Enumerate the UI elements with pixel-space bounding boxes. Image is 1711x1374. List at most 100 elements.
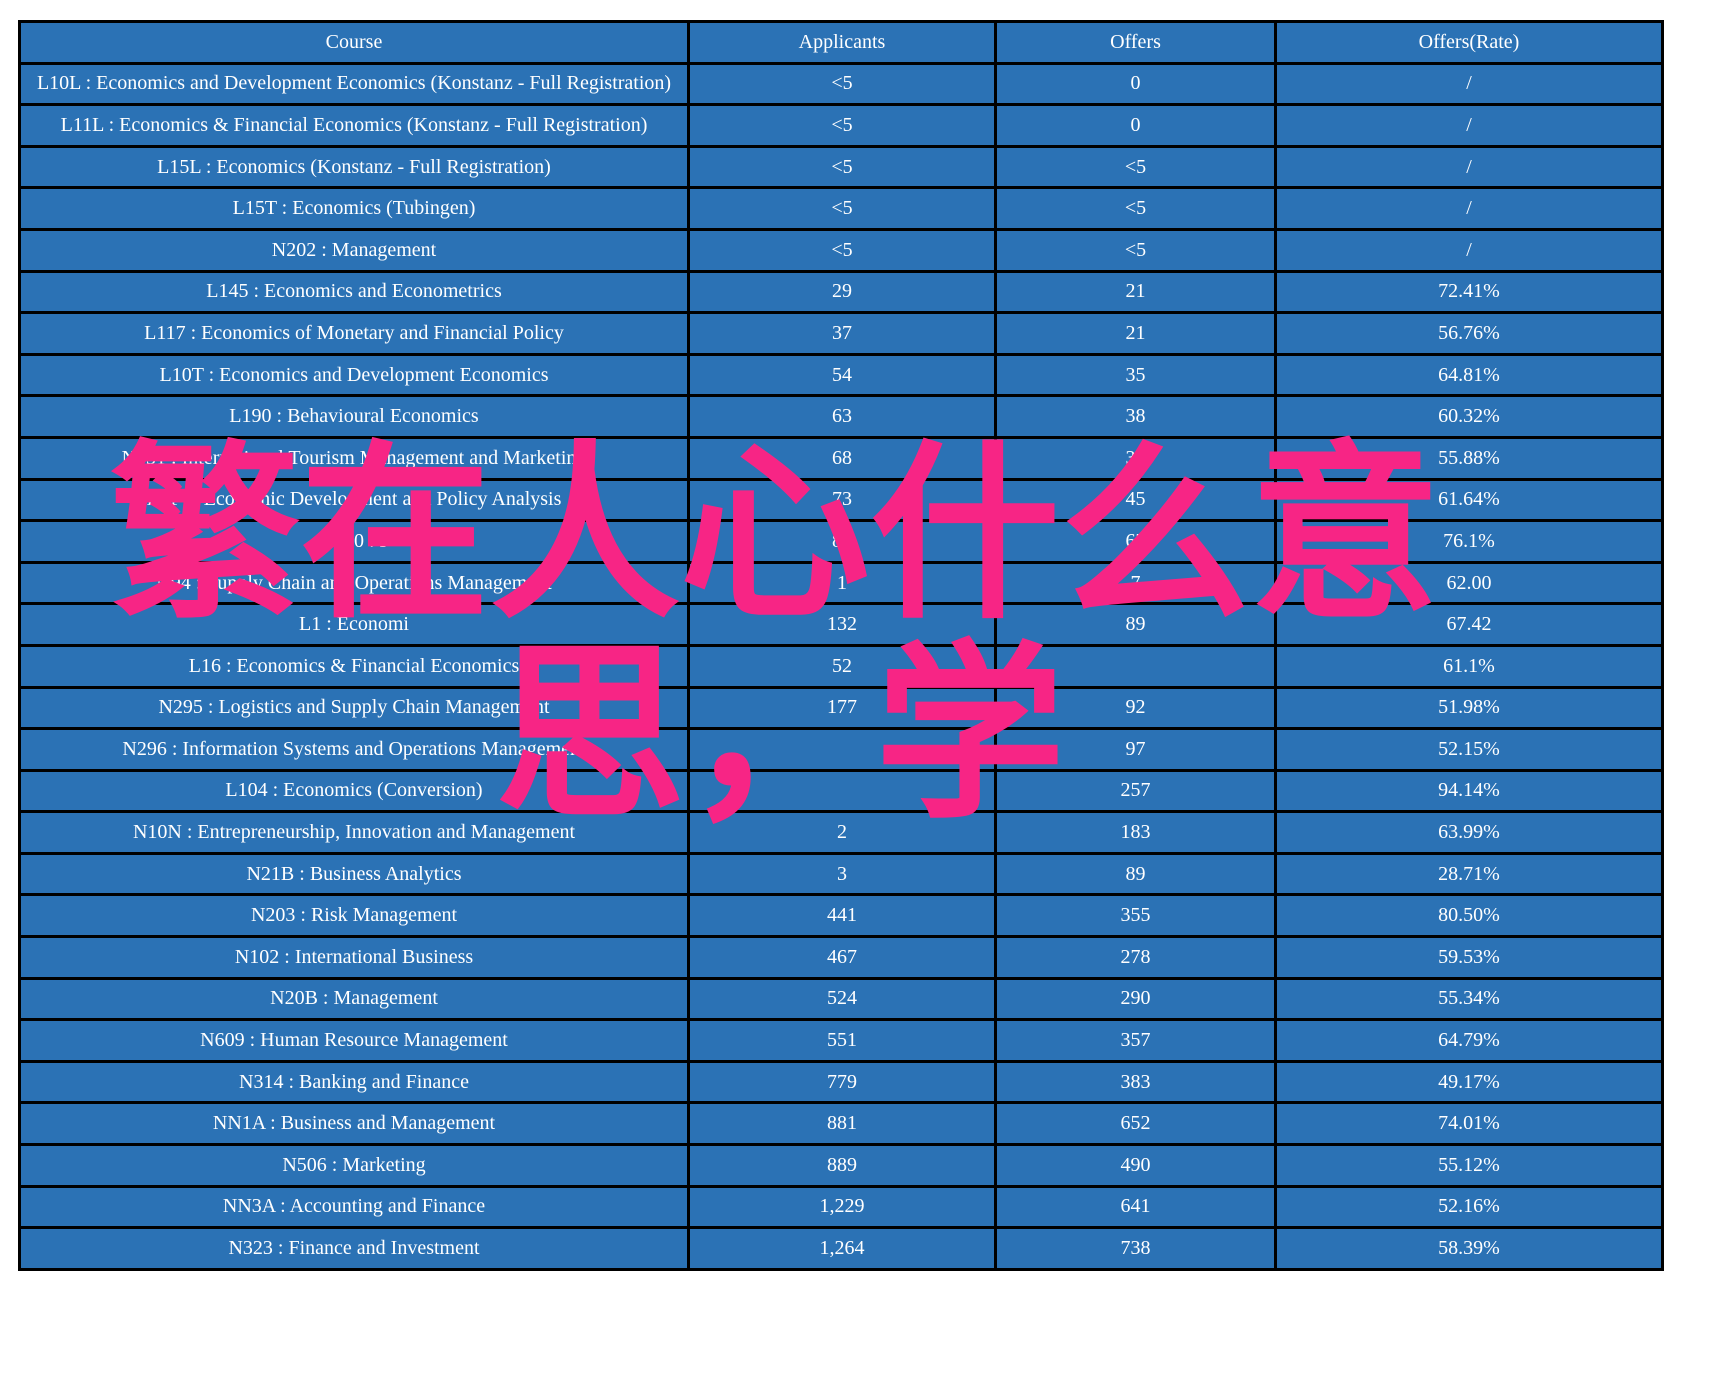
cell-offers: 183 (994, 810, 1277, 855)
cell-offers: 641 (994, 1184, 1277, 1230)
table-row[interactable]: L11L : Economics & Financial Economics (… (18, 103, 1664, 148)
cell-offers-rate: 64.81% (1274, 352, 1664, 398)
cell-course: N94 : Supply Chain and Operations Manage… (18, 560, 690, 606)
cell-applicants: 177 (687, 685, 997, 731)
cell-course: L117 : Economics of Monetary and Financi… (18, 311, 690, 356)
cell-offers-rate: 55.12% (1274, 1143, 1664, 1188)
cell-applicants: 524 (687, 976, 997, 1022)
table-row[interactable]: L114 : Economic Development and Policy A… (18, 477, 1664, 523)
table-row[interactable]: N314 : Banking and Finance 779 383 49.17% (18, 1059, 1664, 1105)
cell-applicants: 779 (687, 1059, 997, 1105)
cell-offers: 38 (994, 435, 1277, 481)
table-row[interactable]: L145 : Economics and Econometrics 29 21 72.… (18, 269, 1664, 315)
cell-offers-rate: 61.64% (1274, 477, 1664, 523)
cell-offers: 0 (994, 103, 1277, 148)
table-row[interactable]: N21B : Business Analytics 3 89 28.71% (18, 851, 1664, 897)
cell-applicants: 1,229 (687, 1184, 997, 1230)
cell-offers-rate: 51.98% (1274, 685, 1664, 731)
cell-course: N831 : International Tourism Management … (18, 435, 690, 481)
table-row[interactable]: N506 : Marketing 889 490 55.12% (18, 1143, 1664, 1188)
table-header: Course Applicants Offers Offers(Rate) (18, 20, 1664, 65)
cell-offers-rate: 28.71% (1274, 851, 1664, 897)
cell-applicants: 52 (687, 643, 997, 689)
cell-course: N323 : Finance and Investment (18, 1226, 690, 1271)
column-header-applicants[interactable]: Applicants (687, 20, 997, 65)
cell-offers: 21 (994, 311, 1277, 356)
cell-applicants (687, 768, 997, 814)
cell-applicants: 889 (687, 1143, 997, 1188)
cell-offers-rate: 72.41% (1274, 269, 1664, 315)
cell-course: N314 : Banking and Finance (18, 1059, 690, 1105)
table-row[interactable]: L10L : Economics and Development Economi… (18, 61, 1664, 107)
cell-offers-rate: / (1274, 61, 1664, 107)
table-row[interactable]: L160 : I 88 67 76.1% (18, 519, 1664, 564)
cell-offers-rate: / (1274, 103, 1664, 148)
column-header-course[interactable]: Course (18, 20, 690, 65)
table-row[interactable]: L10T : Economics and Development Economi… (18, 352, 1664, 398)
cell-offers: 67 (994, 519, 1277, 564)
table-row[interactable]: N202 : Management <5 <5/ (18, 227, 1664, 273)
table-body: L10L : Economics and Development Economi… (18, 61, 1664, 1271)
cell-applicants: <5 (687, 61, 997, 107)
cell-course: L190 : Behavioural Economics (18, 394, 690, 439)
cell-applicants: 54 (687, 352, 997, 398)
cell-course: N202 : Management (18, 227, 690, 273)
table-row[interactable]: NN3A : Accounting and Finance 1,229 641 52.… (18, 1184, 1664, 1230)
table-row[interactable]: N102 : International Business 467 278 59.53… (18, 935, 1664, 980)
table-row[interactable]: L1 : Economi 132 89 67.42 (18, 602, 1664, 647)
table-row[interactable]: N296 : Information Systems and Operation… (18, 727, 1664, 772)
cell-applicants: 881 (687, 1101, 997, 1147)
table-row[interactable]: L15T : Economics (Tubingen) <5 <5/ (18, 186, 1664, 231)
cell-offers: 652 (994, 1101, 1277, 1147)
column-header-offers[interactable]: Offers (994, 20, 1277, 65)
cell-offers-rate: 56.76% (1274, 311, 1664, 356)
table-row[interactable]: NN1A : Business and Management 881 652 74.0… (18, 1101, 1664, 1147)
cell-course: N102 : International Business (18, 935, 690, 980)
cell-offers-rate: / (1274, 227, 1664, 273)
cell-applicants: <5 (687, 227, 997, 273)
cell-offers: 290 (994, 976, 1277, 1022)
cell-offers: 89 (994, 602, 1277, 647)
table-row[interactable]: N94 : Supply Chain and Operations Manage… (18, 560, 1664, 606)
table-row[interactable]: L117 : Economics of Monetary and Financi… (18, 311, 1664, 356)
cell-offers: 355 (994, 893, 1277, 939)
cell-applicants: <5 (687, 103, 997, 148)
cell-offers-rate: / (1274, 186, 1664, 231)
cell-offers: 92 (994, 685, 1277, 731)
table-row[interactable]: L190 : Behavioural Economics 63 38 60.32% (18, 394, 1664, 439)
cell-applicants: <5 (687, 144, 997, 190)
cell-course: L10L : Economics and Development Economi… (18, 61, 690, 107)
table-row[interactable]: L15L : Economics (Konstanz - Full Regist… (18, 144, 1664, 190)
cell-applicants: 3 (687, 851, 997, 897)
cell-offers-rate: / (1274, 144, 1664, 190)
cell-applicants: <5 (687, 186, 997, 231)
table-row[interactable]: L104 : Economics (Conversion) 257 94.14% (18, 768, 1664, 814)
table-row[interactable]: N295 : Logistics and Supply Chain Manage… (18, 685, 1664, 731)
table-row[interactable]: N20B : Management 524 290 55.34% (18, 976, 1664, 1022)
cell-offers-rate: 64.79% (1274, 1018, 1664, 1063)
cell-applicants: 37 (687, 311, 997, 356)
cell-offers-rate: 52.16% (1274, 1184, 1664, 1230)
table-row[interactable]: L16 : Economics & Financial Economics 52 6… (18, 643, 1664, 689)
cell-applicants: 441 (687, 893, 997, 939)
cell-course: N296 : Information Systems and Operation… (18, 727, 690, 772)
cell-course: L16 : Economics & Financial Economics (18, 643, 690, 689)
column-header-offers-rate[interactable]: Offers(Rate) (1274, 20, 1664, 65)
cell-offers-rate: 49.17% (1274, 1059, 1664, 1105)
cell-course: N20B : Management (18, 976, 690, 1022)
cell-offers-rate: 60.32% (1274, 394, 1664, 439)
cell-offers (994, 643, 1277, 689)
cell-offers-rate: 80.50% (1274, 893, 1664, 939)
cell-applicants: 1 (687, 560, 997, 606)
table-row[interactable]: N323 : Finance and Investment 1,264 738 58.… (18, 1226, 1664, 1271)
cell-applicants: 2 (687, 810, 997, 855)
table-row[interactable]: N203 : Risk Management 441 355 80.50% (18, 893, 1664, 939)
table-row[interactable]: N10N : Entrepreneurship, Innovation and … (18, 810, 1664, 855)
cell-applicants: 88 (687, 519, 997, 564)
cell-applicants: 73 (687, 477, 997, 523)
cell-course: N10N : Entrepreneurship, Innovation and … (18, 810, 690, 855)
cell-course: L11L : Economics & Financial Economics (… (18, 103, 690, 148)
table-row[interactable]: N831 : International Tourism Management … (18, 435, 1664, 481)
cell-offers: 97 (994, 727, 1277, 772)
table-row[interactable]: N609 : Human Resource Management 551 357 64… (18, 1018, 1664, 1063)
